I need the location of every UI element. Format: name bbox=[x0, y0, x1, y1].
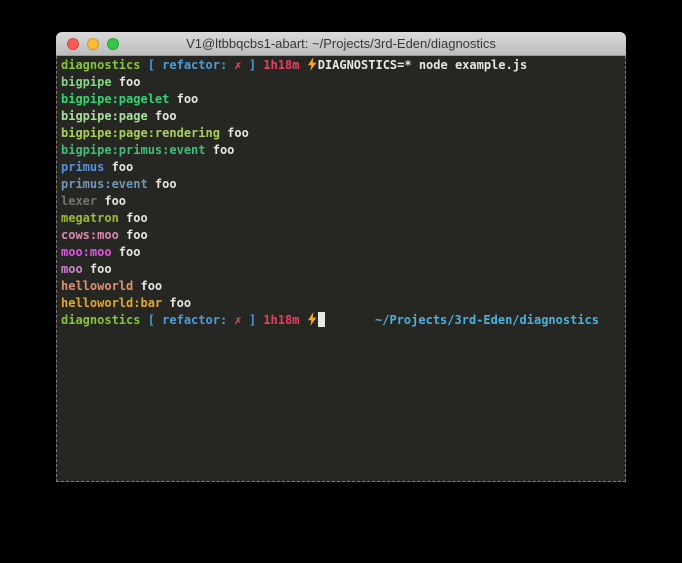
terminal-line: helloworld:bar foo bbox=[61, 295, 621, 312]
terminal-text-segment: primus:event bbox=[61, 177, 155, 191]
terminal-text-segment: [ refactor: bbox=[148, 313, 235, 327]
terminal-text-segment: ] bbox=[242, 58, 264, 72]
terminal-text-segment: bigpipe bbox=[61, 75, 119, 89]
terminal-text-segment: foo bbox=[140, 279, 162, 293]
terminal-line: bigpipe:page:rendering foo bbox=[61, 125, 621, 142]
window-titlebar[interactable]: V1@ltbbqcbs1-abart: ~/Projects/3rd-Eden/… bbox=[56, 32, 626, 56]
terminal-line: bigpipe:page foo bbox=[61, 108, 621, 125]
terminal-text-segment: megatron bbox=[61, 211, 126, 225]
terminal-text-segment: bigpipe:page:rendering bbox=[61, 126, 227, 140]
terminal-line: diagnostics [ refactor: ✗ ] 1h18m DIAGNO… bbox=[61, 57, 621, 74]
terminal-line: lexer foo bbox=[61, 193, 621, 210]
terminal-line: helloworld foo bbox=[61, 278, 621, 295]
terminal-text-segment: foo bbox=[227, 126, 249, 140]
text-cursor bbox=[318, 312, 325, 327]
terminal-text-segment: bigpipe:pagelet bbox=[61, 92, 177, 106]
terminal-window: V1@ltbbqcbs1-abart: ~/Projects/3rd-Eden/… bbox=[56, 32, 626, 482]
terminal-text-segment: lexer bbox=[61, 194, 104, 208]
terminal-line: bigpipe:pagelet foo bbox=[61, 91, 621, 108]
terminal-line: cows:moo foo bbox=[61, 227, 621, 244]
terminal-line: megatron foo bbox=[61, 210, 621, 227]
terminal-text-segment: moo bbox=[61, 262, 90, 276]
terminal-text-segment: moo:moo bbox=[61, 245, 119, 259]
window-title: V1@ltbbqcbs1-abart: ~/Projects/3rd-Eden/… bbox=[56, 32, 626, 55]
terminal-text-segment: ✗ bbox=[234, 313, 241, 327]
terminal-text-segment: foo bbox=[90, 262, 112, 276]
terminal-text-segment: foo bbox=[126, 211, 148, 225]
traffic-lights bbox=[67, 38, 119, 50]
minimize-button[interactable] bbox=[87, 38, 99, 50]
terminal-text-segment: foo bbox=[213, 143, 235, 157]
terminal-text-segment: helloworld:bar bbox=[61, 296, 169, 310]
terminal-text-segment: foo bbox=[119, 75, 141, 89]
terminal-output[interactable]: diagnostics [ refactor: ✗ ] 1h18m DIAGNO… bbox=[56, 56, 626, 482]
terminal-line: primus foo bbox=[61, 159, 621, 176]
terminal-text-segment: ✗ bbox=[234, 58, 241, 72]
zoom-button[interactable] bbox=[107, 38, 119, 50]
terminal-text-segment: foo bbox=[155, 177, 177, 191]
terminal-text-segment: foo bbox=[104, 194, 126, 208]
terminal-text-segment: 1h18m bbox=[263, 313, 306, 327]
terminal-text-segment: 1h18m bbox=[263, 58, 306, 72]
terminal-text-segment: helloworld bbox=[61, 279, 140, 293]
terminal-line: primus:event foo bbox=[61, 176, 621, 193]
right-prompt-path: ~/Projects/3rd-Eden/diagnostics bbox=[375, 312, 599, 329]
terminal-text-segment: foo bbox=[126, 228, 148, 242]
terminal-text-segment: foo bbox=[155, 109, 177, 123]
terminal-text-segment: bigpipe:primus:event bbox=[61, 143, 213, 157]
terminal-line: moo foo bbox=[61, 261, 621, 278]
terminal-text-segment: primus bbox=[61, 160, 112, 174]
terminal-text-segment: foo bbox=[169, 296, 191, 310]
lightning-bolt-icon bbox=[307, 57, 317, 71]
terminal-text-segment: foo bbox=[177, 92, 199, 106]
terminal-text-segment: diagnostics bbox=[61, 313, 148, 327]
terminal-text-segment: [ refactor: bbox=[148, 58, 235, 72]
terminal-line: bigpipe:primus:event foo bbox=[61, 142, 621, 159]
lightning-bolt-icon bbox=[307, 312, 317, 326]
terminal-text-segment: cows:moo bbox=[61, 228, 126, 242]
terminal-text-segment: diagnostics bbox=[61, 58, 148, 72]
terminal-text-segment: foo bbox=[119, 245, 141, 259]
terminal-line: moo:moo foo bbox=[61, 244, 621, 261]
desktop: { "window": { "title": "V1@ltbbqcbs1-aba… bbox=[0, 0, 682, 563]
terminal-line: bigpipe foo bbox=[61, 74, 621, 91]
terminal-text-segment: bigpipe:page bbox=[61, 109, 155, 123]
close-button[interactable] bbox=[67, 38, 79, 50]
terminal-line: diagnostics [ refactor: ✗ ] 1h18m ~/Proj… bbox=[61, 312, 621, 329]
terminal-text-segment: ] bbox=[242, 313, 264, 327]
terminal-text-segment: DIAGNOSTICS=* node example.js bbox=[318, 58, 528, 72]
terminal-text-segment: foo bbox=[112, 160, 134, 174]
